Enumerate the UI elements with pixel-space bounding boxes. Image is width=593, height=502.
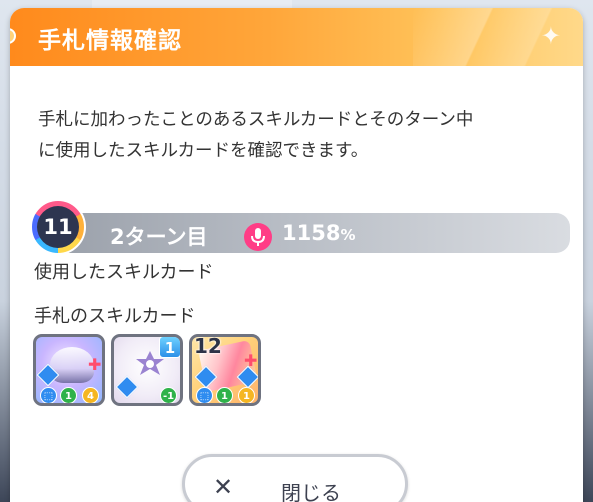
dialog-title: 手札情報確認	[38, 28, 182, 54]
hand-cards-label: 手札のスキルカード	[34, 306, 196, 327]
turn-count-badge: 11	[30, 199, 86, 255]
skill-card-3[interactable]: 12 ⬚ 1 1 ✚	[189, 334, 261, 406]
dialog-description: 手札に加わったことのあるスキルカードとそのターン中 に使用したスキルカードを確認…	[38, 105, 568, 167]
description-line-2: に使用したスキルカードを確認できます。	[38, 141, 369, 161]
close-icon: ✕	[213, 473, 234, 501]
card-chip-green: 1	[216, 387, 233, 403]
card-chip-yellow: 1	[238, 387, 255, 403]
turn-score: 1158%	[282, 221, 355, 245]
card-chip-green: -1	[160, 387, 177, 403]
plus-icon: ✚	[244, 351, 258, 370]
dialog-header: 手札情報確認 ✦	[10, 8, 583, 66]
plus-icon: ✚	[88, 355, 102, 374]
close-button[interactable]: ✕ 閉じる	[182, 454, 408, 502]
microphone-icon	[244, 223, 272, 251]
score-unit: %	[340, 226, 356, 244]
description-line-1: 手札に加わったことのあるスキルカードとそのターン中	[38, 110, 474, 130]
used-cards-label: 使用したスキルカード	[34, 262, 214, 283]
hand-info-dialog: 手札情報確認 ✦ 手札に加わったことのあるスキルカードとそのターン中 に使用した…	[10, 8, 583, 502]
skill-card-1[interactable]: ⬚ 1 4 ✚	[33, 334, 105, 406]
close-button-label: 閉じる	[281, 481, 341, 502]
card-count: 12	[194, 334, 222, 358]
card-chip-green: 1	[60, 387, 77, 403]
turn-count-value: 11	[37, 206, 79, 248]
card-chip-blue: ⬚	[40, 387, 57, 403]
card-cost: 1	[159, 337, 180, 358]
sparkle-icon: ✦	[540, 22, 561, 50]
card-chip-yellow: 4	[82, 387, 99, 403]
turn-label: 2ターン目	[110, 225, 208, 249]
card-chip-blue: ⬚	[196, 387, 213, 403]
score-value: 1158	[282, 221, 341, 245]
header-ornament-icon	[10, 28, 16, 44]
skill-card-2[interactable]: 1 -1	[111, 334, 183, 406]
